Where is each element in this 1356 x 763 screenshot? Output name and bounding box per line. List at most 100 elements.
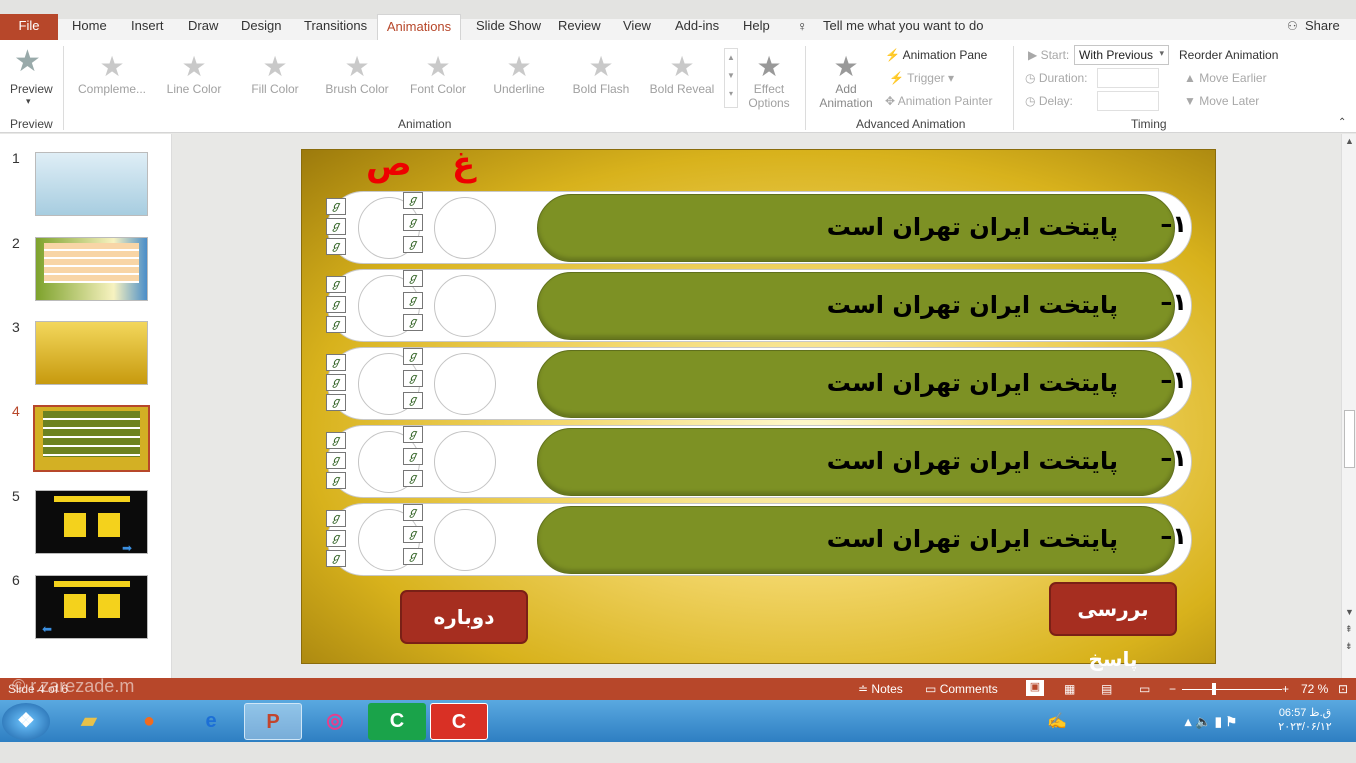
slide-thumbnail-1[interactable] (35, 152, 148, 216)
normal-view-icon[interactable]: ▣ (1026, 680, 1044, 696)
zoom-level[interactable]: 72 % (1301, 682, 1328, 696)
move-earlier-button[interactable]: ▲ Move Earlier (1184, 71, 1267, 85)
system-tray-icons[interactable]: ▴ 🔈 ▮ ⚑ (1166, 703, 1256, 740)
slide-sorter-icon[interactable]: ▦ (1064, 682, 1075, 696)
check-mark-icon[interactable]: ℊ (403, 236, 423, 253)
file-explorer-icon[interactable]: ▰ (60, 703, 118, 740)
start-select[interactable]: With Previous ▾ (1074, 45, 1169, 65)
check-mark-icon[interactable]: ℊ (326, 472, 346, 489)
camtasia-red-icon[interactable]: C (430, 703, 488, 740)
slide-thumbnail-5[interactable]: ➡ (35, 490, 148, 555)
answer-circle-false[interactable] (434, 431, 496, 493)
answer-circle-false[interactable] (434, 353, 496, 415)
windows-start-icon[interactable]: ❖ (2, 703, 50, 740)
animation-pane-button[interactable]: ⚡ Animation Pane (885, 48, 987, 62)
tab-animations[interactable]: Animations (377, 14, 461, 41)
tab-slide-show[interactable]: Slide Show (476, 19, 541, 41)
check-mark-icon[interactable]: ℊ (403, 270, 423, 287)
check-mark-icon[interactable]: ℊ (326, 316, 346, 333)
check-mark-icon[interactable]: ℊ (326, 452, 346, 469)
comments-button[interactable]: ▭ Comments (925, 682, 998, 696)
effects-scroll[interactable]: ▲ ▼ ▾ (724, 48, 738, 108)
firefox-icon[interactable]: ● (120, 703, 178, 740)
check-answer-button[interactable]: بررسی پاسخ (1049, 582, 1177, 671)
slide-thumbnail-6[interactable]: ⬅ (35, 575, 148, 639)
animation-painter-button[interactable]: ✥ Animation Painter (885, 94, 992, 108)
check-mark-icon[interactable]: ℊ (326, 296, 346, 313)
check-mark-icon[interactable]: ℊ (403, 448, 423, 465)
duration-input[interactable] (1097, 68, 1159, 88)
check-mark-icon[interactable]: ℊ (326, 432, 346, 449)
move-later-button[interactable]: ▼ Move Later (1184, 94, 1259, 108)
check-mark-icon[interactable]: ℊ (326, 218, 346, 235)
fit-to-window-icon[interactable]: ⊡ (1338, 682, 1348, 696)
effect-brush-color[interactable]: ★ Brush Color (317, 52, 397, 97)
effect-options-button[interactable]: ★ Effect Options (744, 52, 794, 111)
zoom-in-icon[interactable]: + (1282, 682, 1289, 696)
check-mark-icon[interactable]: ℊ (326, 276, 346, 293)
zoom-slider-thumb[interactable] (1212, 683, 1216, 695)
check-mark-icon[interactable]: ℊ (326, 374, 346, 391)
add-animation-button[interactable]: ★ Add Animation (812, 52, 880, 111)
check-mark-icon[interactable]: ℊ (403, 314, 423, 331)
slide-thumbnail-3[interactable] (35, 321, 148, 385)
effect-bold-reveal[interactable]: ★ Bold Reveal (642, 52, 722, 97)
clock[interactable]: 06:57 ق.ظ ۲۰۲۳/۰۶/۱۲ (1270, 706, 1340, 734)
effect-bold-flash[interactable]: ★ Bold Flash (561, 52, 641, 97)
check-mark-icon[interactable]: ℊ (326, 510, 346, 527)
slide-thumbnail-4[interactable] (33, 405, 150, 472)
check-mark-icon[interactable]: ℊ (403, 504, 423, 521)
scroll-down-icon[interactable]: ▼ (1345, 607, 1354, 617)
internet-explorer-icon[interactable]: e (182, 703, 240, 740)
check-mark-icon[interactable]: ℊ (326, 198, 346, 215)
check-mark-icon[interactable]: ℊ (326, 238, 346, 255)
tab-help[interactable]: Help (743, 19, 770, 41)
color-wheel-app-icon[interactable]: ◎ (306, 703, 364, 740)
check-mark-icon[interactable]: ℊ (403, 470, 423, 487)
preview-dropdown-icon[interactable]: ▾ (26, 96, 31, 107)
zoom-slider[interactable] (1182, 689, 1282, 690)
check-mark-icon[interactable]: ℊ (403, 426, 423, 443)
slideshow-view-icon[interactable]: ▭ (1139, 682, 1150, 696)
notes-button[interactable]: ≐ Notes (858, 682, 903, 696)
answer-circle-false[interactable] (434, 509, 496, 571)
collapse-ribbon-icon[interactable]: ⌃ (1338, 117, 1346, 128)
check-mark-icon[interactable]: ℊ (326, 550, 346, 567)
trigger-button[interactable]: ⚡ Trigger ▾ (889, 71, 954, 85)
preview-star-icon[interactable]: ★ (14, 46, 41, 78)
check-mark-icon[interactable]: ℊ (403, 292, 423, 309)
answer-circle-false[interactable] (434, 275, 496, 337)
camtasia-green-icon[interactable]: C (368, 703, 426, 740)
effect-font-color[interactable]: ★ Font Color (398, 52, 478, 97)
effect-fill-color[interactable]: ★ Fill Color (235, 52, 315, 97)
check-mark-icon[interactable]: ℊ (403, 548, 423, 565)
check-mark-icon[interactable]: ℊ (326, 394, 346, 411)
tab-insert[interactable]: Insert (131, 19, 164, 41)
share-button[interactable]: Share (1305, 19, 1340, 41)
tab-home[interactable]: Home (72, 19, 107, 41)
delay-input[interactable] (1097, 91, 1159, 111)
slide-thumbnail-2[interactable] (35, 237, 148, 301)
reading-view-icon[interactable]: ▤ (1101, 682, 1112, 696)
vertical-scrollbar[interactable]: ▲ ▼ ⇞ ⇟ (1341, 134, 1356, 678)
tab-review[interactable]: Review (558, 19, 601, 41)
tab-add-ins[interactable]: Add-ins (675, 19, 719, 41)
check-mark-icon[interactable]: ℊ (403, 214, 423, 231)
check-mark-icon[interactable]: ℊ (403, 192, 423, 209)
check-mark-icon[interactable]: ℊ (403, 348, 423, 365)
tab-transitions[interactable]: Transitions (304, 19, 367, 41)
next-slide-icon[interactable]: ⇟ (1345, 641, 1353, 652)
effect-complementary[interactable]: ★ Compleme... (72, 52, 152, 97)
check-mark-icon[interactable]: ℊ (403, 370, 423, 387)
preview-button[interactable]: Preview (10, 82, 53, 96)
check-mark-icon[interactable]: ℊ (326, 530, 346, 547)
scroll-up-icon[interactable]: ▲ (1345, 136, 1354, 146)
tab-draw[interactable]: Draw (188, 19, 218, 41)
check-mark-icon[interactable]: ℊ (403, 526, 423, 543)
scroll-thumb[interactable] (1344, 410, 1355, 468)
tab-file[interactable]: File (0, 14, 58, 40)
answer-circle-false[interactable] (434, 197, 496, 259)
tab-design[interactable]: Design (241, 19, 281, 41)
zoom-out-icon[interactable]: − (1169, 682, 1176, 696)
pen-tablet-icon[interactable]: ✍ (1028, 703, 1086, 740)
